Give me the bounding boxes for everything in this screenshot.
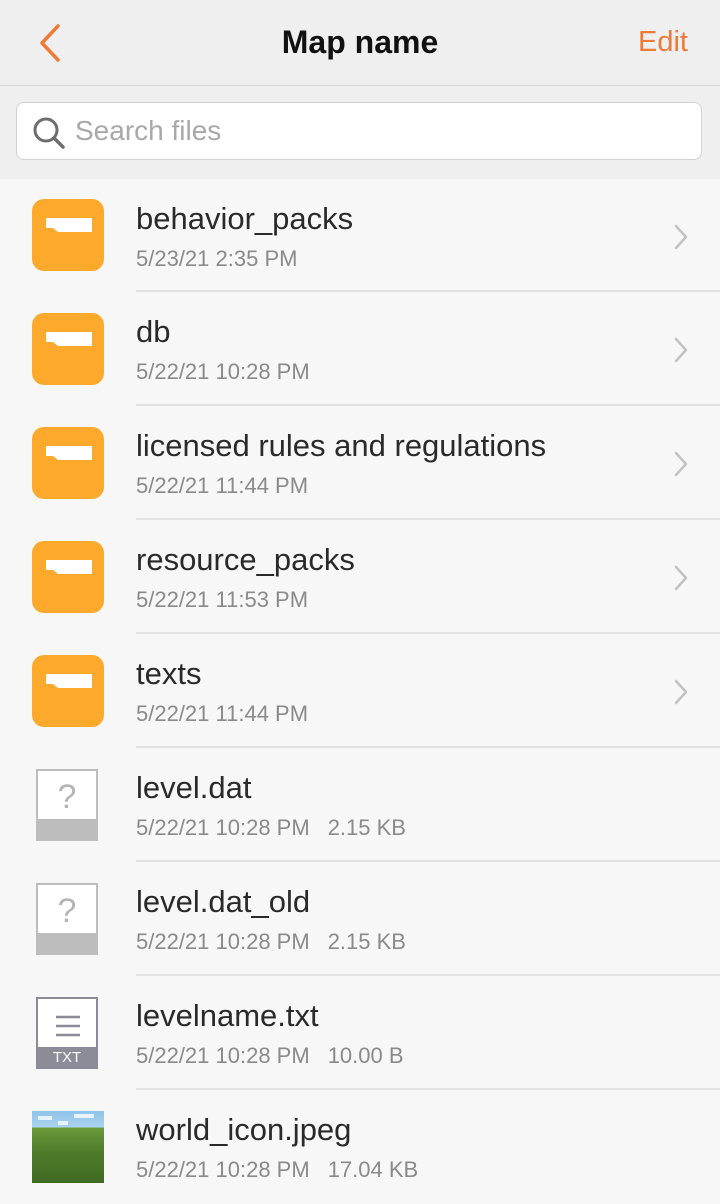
folder-row-behavior-packs[interactable]: behavior_packs 5/23/21 2:35 PM	[0, 179, 720, 292]
file-meta: 5/22/21 10:28 PM	[136, 357, 310, 387]
file-date: 5/22/21 10:28 PM	[136, 815, 310, 840]
file-name: licensed rules and regulations	[136, 428, 547, 463]
folder-icon	[32, 199, 104, 271]
file-row-level-dat[interactable]: ? level.dat 5/22/21 10:28 PM 2.15 KB	[0, 748, 720, 862]
folder-row-db[interactable]: db 5/22/21 10:28 PM	[0, 292, 720, 406]
chevron-right-icon	[674, 565, 688, 591]
file-row-world-icon[interactable]: world_icon.jpeg 5/22/21 10:28 PM 17.04 KB	[0, 1090, 720, 1204]
file-meta: 5/23/21 2:35 PM	[136, 244, 297, 274]
search-icon	[33, 117, 65, 149]
search-input[interactable]	[75, 112, 675, 150]
file-list: behavior_packs 5/23/21 2:35 PM db 5/22/2…	[0, 179, 720, 1204]
file-meta: 5/22/21 10:28 PM 17.04 KB	[136, 1155, 418, 1185]
file-name: db	[136, 314, 171, 349]
folder-icon	[32, 655, 104, 727]
file-name: levelname.txt	[136, 998, 319, 1033]
file-name: level.dat_old	[136, 884, 311, 919]
folder-icon	[32, 313, 104, 385]
text-file-icon: TXT	[32, 997, 104, 1069]
unknown-file-icon: ?	[32, 883, 104, 955]
chevron-right-icon	[674, 224, 688, 250]
file-date: 5/22/21 11:44 PM	[136, 473, 309, 498]
folder-icon	[32, 427, 104, 499]
file-name: world_icon.jpeg	[136, 1112, 352, 1147]
file-row-level-dat-old[interactable]: ? level.dat_old 5/22/21 10:28 PM 2.15 KB	[0, 862, 720, 976]
file-size: 17.04 KB	[327, 1157, 419, 1182]
folder-icon	[32, 541, 104, 613]
image-thumbnail	[32, 1111, 104, 1183]
file-date: 5/22/21 10:28 PM	[136, 929, 310, 954]
chevron-right-icon	[674, 451, 688, 477]
file-date: 5/23/21 2:35 PM	[136, 246, 298, 271]
folder-row-texts[interactable]: texts 5/22/21 11:44 PM	[0, 634, 720, 748]
file-name: resource_packs	[136, 542, 355, 577]
navigation-bar: Map name Edit	[0, 0, 720, 86]
folder-row-licensed-rules[interactable]: licensed rules and regulations 5/22/21 1…	[0, 406, 720, 520]
chevron-right-icon	[674, 679, 688, 705]
file-date: 5/22/21 10:28 PM	[136, 1043, 310, 1068]
file-size: 10.00 B	[327, 1043, 404, 1068]
file-date: 5/22/21 11:44 PM	[136, 701, 309, 726]
file-date: 5/22/21 11:53 PM	[136, 587, 309, 612]
file-meta: 5/22/21 11:44 PM	[136, 471, 308, 501]
file-name: behavior_packs	[136, 201, 354, 236]
chevron-right-icon	[674, 337, 688, 363]
file-date: 5/22/21 10:28 PM	[136, 359, 310, 384]
search-box[interactable]	[16, 102, 702, 160]
file-meta: 5/22/21 11:44 PM	[136, 699, 308, 729]
file-date: 5/22/21 10:28 PM	[136, 1157, 310, 1182]
unknown-file-icon: ?	[32, 769, 104, 841]
file-name: level.dat	[136, 770, 252, 805]
file-size: 2.15 KB	[327, 929, 406, 954]
file-meta: 5/22/21 11:53 PM	[136, 585, 308, 615]
edit-button[interactable]: Edit	[638, 22, 688, 62]
page-title: Map name	[281, 24, 439, 60]
file-name: texts	[136, 656, 202, 691]
search-bar-container	[0, 86, 720, 179]
file-meta: 5/22/21 10:28 PM 2.15 KB	[136, 927, 406, 957]
file-meta: 5/22/21 10:28 PM 2.15 KB	[136, 813, 406, 843]
file-meta: 5/22/21 10:28 PM 10.00 B	[136, 1041, 404, 1071]
folder-row-resource-packs[interactable]: resource_packs 5/22/21 11:53 PM	[0, 520, 720, 634]
file-row-levelname-txt[interactable]: TXT levelname.txt 5/22/21 10:28 PM 10.00 …	[0, 976, 720, 1090]
file-size: 2.15 KB	[327, 815, 406, 840]
